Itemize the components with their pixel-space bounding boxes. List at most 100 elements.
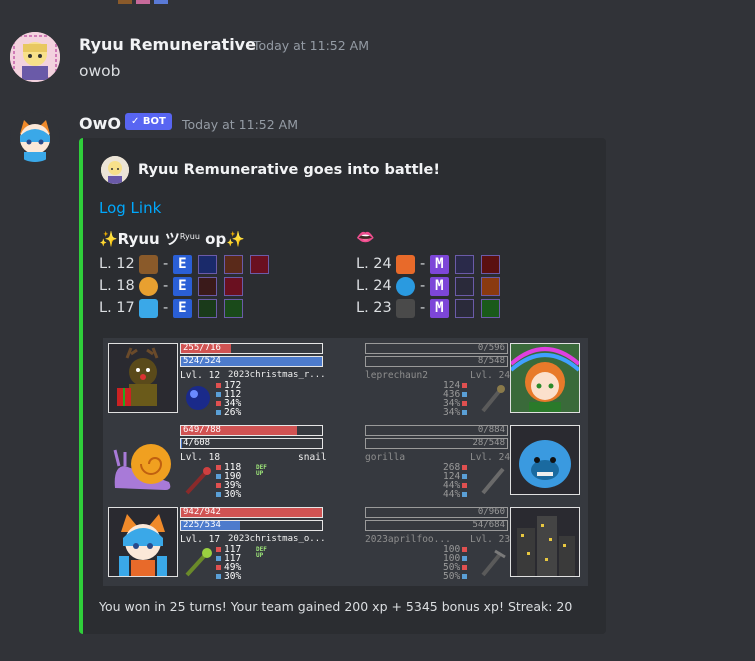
bot-message-timestamp: Today at 11:52 AM xyxy=(182,117,298,132)
previous-message-emoji-strip xyxy=(118,0,318,4)
wp-text: 4/608 xyxy=(183,438,211,448)
pet-stats: 117 117 49% 30% xyxy=(216,545,241,581)
passive-icon xyxy=(249,254,269,274)
enemy-pet-card: 0/884 28/548 gorilla Lvl. 24 268 124 44%… xyxy=(365,425,585,499)
hp-bar: 0/960 xyxy=(365,507,508,518)
staff-weapon-icon xyxy=(198,276,218,296)
building-pet-image xyxy=(510,507,580,577)
hp-text: 649/788 xyxy=(183,425,221,435)
battle-pet-card: 255/716 524/524 Lvl. 12 2023christmas_r.… xyxy=(108,343,328,417)
enemy-pet-card: 0/960 54/684 2023aprilfoo... Lvl. 23 100… xyxy=(365,507,585,581)
wp-text: 225/534 xyxy=(183,520,221,530)
pet-name-label: 2023christmas_r... xyxy=(228,370,326,380)
left-team-row: L. 12 - E xyxy=(99,254,269,274)
separator: - xyxy=(419,256,426,272)
stat-mr: 34% xyxy=(443,407,461,418)
hp-text: 0/960 xyxy=(477,507,505,517)
battle-result-footer: You won in 25 turns! Your team gained 20… xyxy=(99,599,573,614)
reindeer-emoji-icon xyxy=(139,254,159,274)
leprechaun-pet-image xyxy=(510,343,580,413)
wand-weapon-icon xyxy=(183,547,213,577)
passive-icon xyxy=(224,276,244,296)
stat-mr: 30% xyxy=(224,571,242,582)
pet-name-label: 2023aprilfoo... xyxy=(365,534,451,545)
wp-bar: 225/534 xyxy=(180,520,323,531)
fox-girl-emoji-icon xyxy=(139,298,159,318)
stat-mr: 26% xyxy=(224,407,242,418)
weapon-icon xyxy=(455,254,475,274)
bot-username[interactable]: OwO xyxy=(79,114,121,133)
wand-weapon-icon xyxy=(198,298,218,318)
enemy-weapon-icon xyxy=(477,547,507,577)
fox-girl-pet-image xyxy=(108,507,178,577)
pet-level-label: Lvl. 23 xyxy=(470,534,511,545)
pet-level: L. 24 xyxy=(356,278,392,294)
pet-level-label: Lvl. 24 xyxy=(470,370,511,381)
grade-m-icon: M xyxy=(429,298,449,318)
pet-stats: 124 436 34% 34% xyxy=(443,381,470,417)
wp-bar: 8/548 xyxy=(365,356,508,367)
right-team-title: 👄 xyxy=(356,228,375,246)
hp-text: 0/884 xyxy=(477,425,505,435)
orb-weapon-icon xyxy=(183,383,213,413)
wp-bar-fill xyxy=(181,439,182,448)
grade-m-icon: M xyxy=(429,276,449,296)
right-team-row: L. 24 - M xyxy=(356,254,501,274)
user-avatar[interactable] xyxy=(10,32,60,82)
message-timestamp: Today at 11:52 AM xyxy=(253,38,369,53)
separator: - xyxy=(162,300,169,316)
stat-mr: 44% xyxy=(443,489,461,500)
pet-stats: 100 100 50% 50% xyxy=(443,545,470,581)
enemy-weapon-icon xyxy=(477,383,507,413)
right-team-row: L. 23 - M xyxy=(356,298,501,318)
pet-name-label: leprechaun2 xyxy=(365,370,428,381)
hp-text: 255/716 xyxy=(183,343,221,353)
pet-level-label: Lvl. 12 xyxy=(180,370,221,381)
snail-pet-image xyxy=(108,425,178,495)
weapon-icon xyxy=(455,298,475,318)
gorilla-emoji-icon xyxy=(396,276,416,296)
right-team-row: L. 24 - M xyxy=(356,276,501,296)
left-team-title-end: op✨ xyxy=(199,230,245,248)
username[interactable]: Ryuu Remunerative xyxy=(79,35,256,54)
staff-weapon-icon xyxy=(183,465,213,495)
pet-level-label: Lvl. 17 xyxy=(180,534,221,545)
pet-stats: 268 124 44% 44% xyxy=(443,463,470,499)
def-up-buff-icon: DEF UP xyxy=(256,546,267,559)
passive-icon xyxy=(481,298,501,318)
pet-name-label: gorilla xyxy=(365,452,406,463)
pet-level: L. 23 xyxy=(356,300,392,316)
passive-icon xyxy=(481,276,501,296)
grade-e-icon: E xyxy=(172,298,192,318)
battle-embed: Ryuu Remunerative goes into battle! Log … xyxy=(79,138,606,634)
hp-bar: 0/596 xyxy=(365,343,508,354)
grade-e-icon: E xyxy=(172,254,192,274)
pet-level: L. 12 xyxy=(99,256,135,272)
hp-text: 0/596 xyxy=(477,343,505,353)
left-team-title: ✨Ryuu ツRyuu op✨ xyxy=(99,228,245,249)
stat-mr: 30% xyxy=(224,489,242,500)
separator: - xyxy=(419,278,426,294)
passive-icon xyxy=(224,254,244,274)
pet-level-label: Lvl. 18 xyxy=(180,452,221,463)
hp-bar: 0/884 xyxy=(365,425,508,436)
hp-text: 942/942 xyxy=(183,507,221,517)
leprechaun-emoji-icon xyxy=(396,254,416,274)
enemy-weapon-icon xyxy=(477,465,507,495)
grade-m-icon: M xyxy=(429,254,449,274)
wp-bar: 28/548 xyxy=(365,438,508,449)
weapon-icon xyxy=(455,276,475,296)
embed-author-name: Ryuu Remunerative goes into battle! xyxy=(138,162,440,178)
pet-stats: 118 190 39% 30% xyxy=(216,463,241,499)
def-up-buff-icon: DEF UP xyxy=(256,464,267,477)
separator: - xyxy=(419,300,426,316)
log-link[interactable]: Log Link xyxy=(99,199,161,217)
hp-bar: 942/942 xyxy=(180,507,323,518)
bot-avatar[interactable] xyxy=(10,112,60,162)
gorilla-pet-image xyxy=(510,425,580,495)
left-team-row: L. 18 - E xyxy=(99,276,244,296)
battle-image[interactable]: 255/716 524/524 Lvl. 12 2023christmas_r.… xyxy=(103,338,588,586)
wp-bar: 54/684 xyxy=(365,520,508,531)
stat-mr: 50% xyxy=(443,571,461,582)
pet-level: L. 24 xyxy=(356,256,392,272)
